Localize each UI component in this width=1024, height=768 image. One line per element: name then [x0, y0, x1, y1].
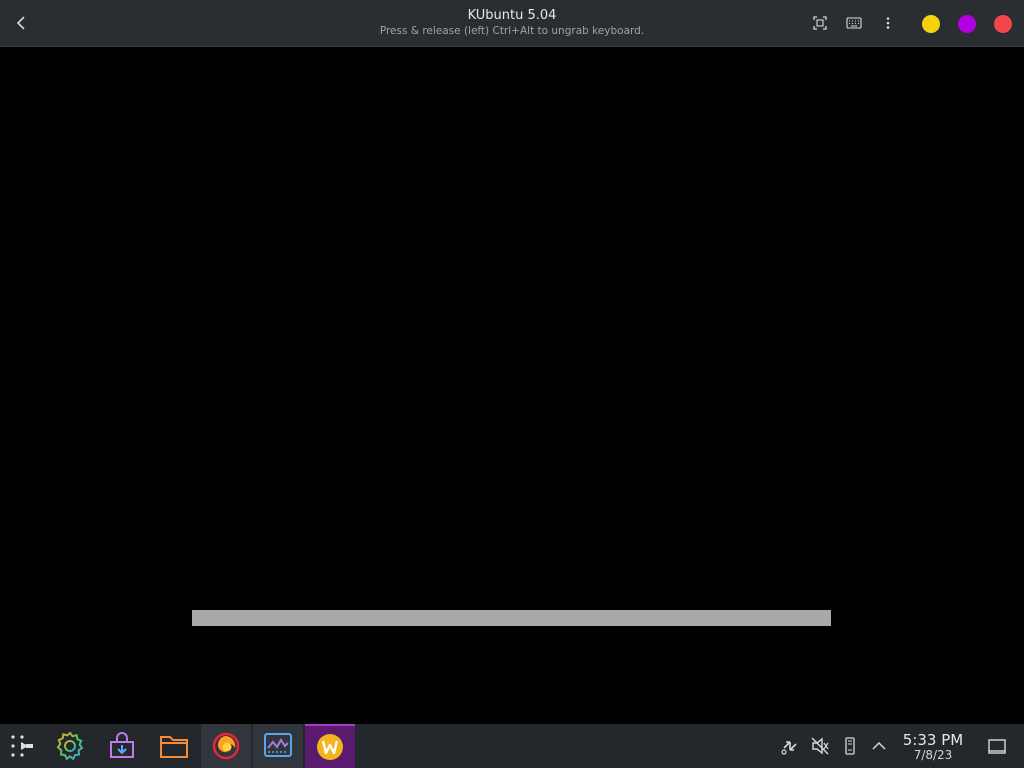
boot-progress-bar [192, 610, 831, 626]
back-icon [16, 16, 25, 30]
window-title: KUbuntu 5.04 [467, 8, 557, 23]
taskbar-discover[interactable] [97, 724, 147, 768]
file-manager-icon [160, 736, 188, 758]
taskbar: 5:33 PM 7/8/23 [0, 724, 1024, 768]
kebab-menu-icon [886, 17, 890, 29]
system-monitor-icon [264, 733, 292, 757]
vm-window-icon [317, 734, 343, 760]
keyboard-button[interactable] [843, 12, 865, 34]
clock-date: 7/8/23 [913, 748, 953, 762]
window-titlebar: KUbuntu 5.04 Press & release (left) Ctrl… [0, 0, 1024, 47]
fullscreen-icon [813, 16, 827, 30]
taskbar-system-monitor[interactable] [253, 724, 303, 768]
application-launcher-button[interactable] [0, 724, 44, 768]
discover-store-icon [110, 732, 134, 758]
show-desktop-button[interactable] [986, 736, 1008, 758]
tray-expand-icon [872, 741, 886, 750]
tray-volume[interactable] [809, 735, 831, 757]
volume-muted-icon [811, 737, 829, 755]
title-group: KUbuntu 5.04 Press & release (left) Ctrl… [0, 7, 1024, 39]
tray-network[interactable] [779, 735, 801, 757]
network-icon [781, 741, 797, 755]
storage-icon [845, 737, 855, 755]
taskbar-firefox[interactable] [201, 724, 251, 768]
menu-button[interactable] [877, 12, 899, 34]
application-launcher-icon [11, 735, 33, 757]
window-subtitle: Press & release (left) Ctrl+Alt to ungra… [379, 25, 645, 37]
taskbar-settings[interactable] [45, 724, 95, 768]
back-button[interactable] [8, 10, 34, 36]
fullscreen-button[interactable] [809, 12, 831, 34]
tray-expand-button[interactable] [868, 735, 890, 757]
digital-clock[interactable]: 5:33 PM 7/8/23 [896, 732, 970, 762]
minimize-button[interactable] [922, 15, 940, 33]
taskbar-vm-window[interactable] [305, 724, 355, 768]
screen: KUbuntu 5.04 Press & release (left) Ctrl… [0, 0, 1024, 768]
vm-display[interactable] [0, 48, 1024, 724]
taskbar-files[interactable] [149, 724, 199, 768]
clock-time: 5:33 PM [902, 731, 964, 749]
tray-storage[interactable] [839, 735, 861, 757]
show-desktop-icon [988, 739, 1006, 754]
boot-progress-fill [192, 610, 831, 626]
firefox-icon [212, 732, 240, 760]
close-button[interactable] [994, 15, 1012, 33]
maximize-button[interactable] [958, 15, 976, 33]
keyboard-icon [846, 17, 862, 29]
settings-icon [56, 731, 84, 761]
